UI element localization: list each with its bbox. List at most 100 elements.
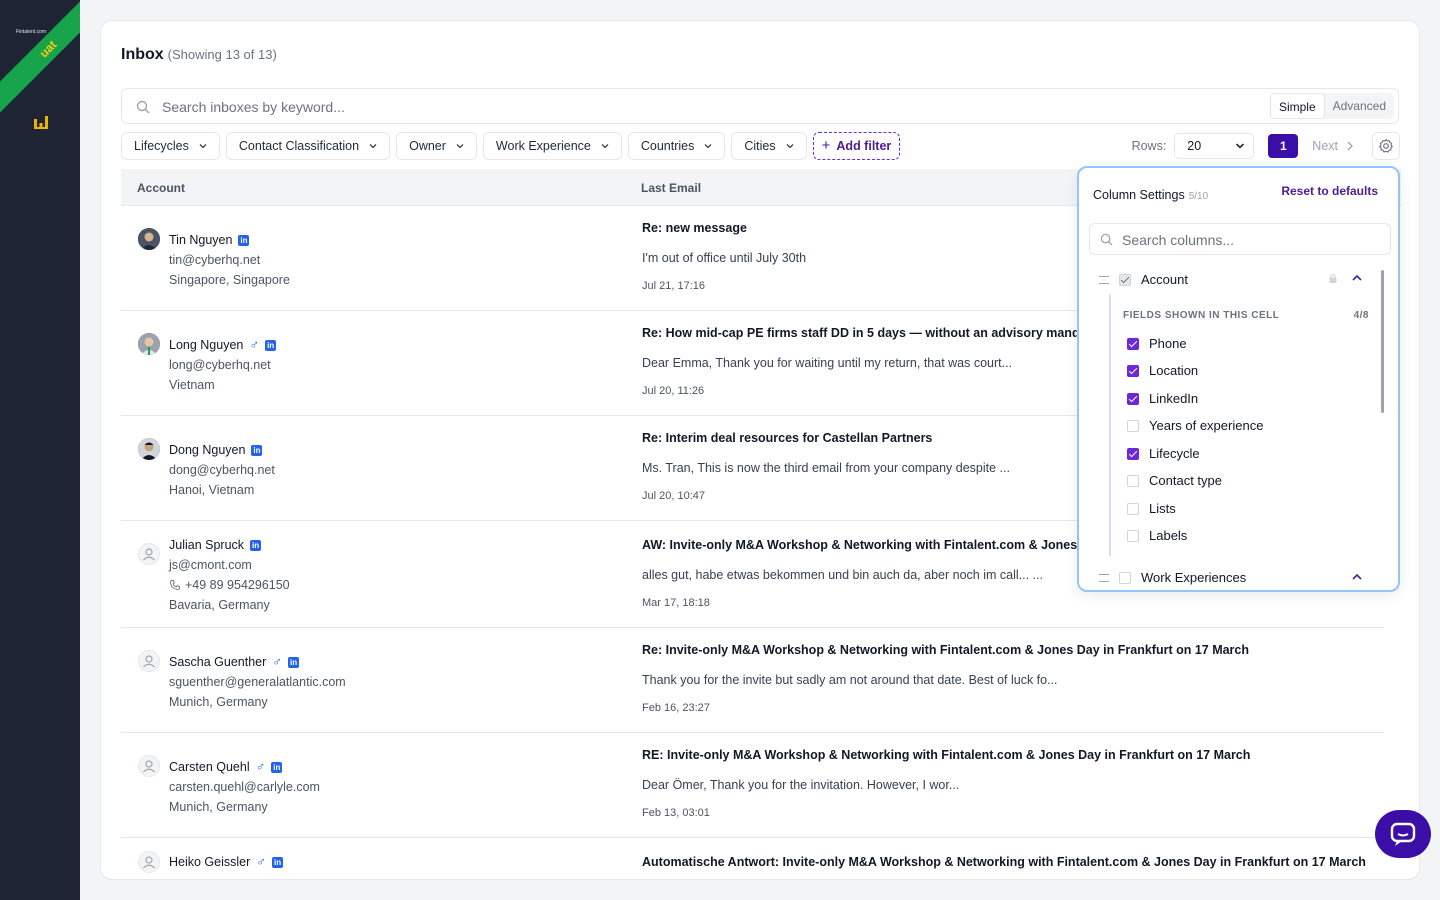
contact-name[interactable]: Sascha Guenther <box>169 652 266 672</box>
field-toggle-years-experience[interactable]: Years of experience <box>1127 418 1263 433</box>
chevron-up-icon[interactable] <box>1351 572 1363 582</box>
contact-location: Hanoi, Vietnam <box>169 483 255 497</box>
column-search-input[interactable] <box>1122 230 1382 250</box>
fields-header-label: FIELDS SHOWN IN THIS CELL <box>1123 310 1280 321</box>
checkbox[interactable] <box>1127 392 1139 405</box>
next-label: Next <box>1312 139 1338 153</box>
fields-header: FIELDS SHOWN IN THIS CELL 4/8 <box>1123 310 1369 321</box>
mode-simple[interactable]: Simple <box>1269 93 1325 119</box>
filter-work-experience[interactable]: Work Experience <box>482 132 622 160</box>
filter-label: Lifecycles <box>134 139 189 153</box>
field-label: Labels <box>1149 528 1188 543</box>
filter-lifecycles[interactable]: Lifecycles <box>121 132 220 160</box>
contact-name[interactable]: Dong Nguyen <box>169 440 245 460</box>
email-snippet: Thank you for the invite but sadly am no… <box>642 673 1058 687</box>
filter-label: Work Experience <box>495 139 591 153</box>
pagination: Rows: 20 1 Next <box>1132 132 1400 160</box>
account-checkbox <box>1119 273 1131 286</box>
field-toggle-phone[interactable]: Phone <box>1127 336 1187 351</box>
linkedin-icon[interactable]: in <box>271 761 283 773</box>
email-date: Feb 13, 03:01 <box>642 807 710 819</box>
next-page-button[interactable]: Next <box>1312 139 1354 153</box>
account-cell: Long Nguyen ♂ in long@cyberhq.net Vietnam <box>169 335 277 395</box>
contact-name-line: Sascha Guenther ♂ in <box>169 652 346 672</box>
env-ribbon: uat <box>0 0 80 114</box>
checkbox[interactable] <box>1127 474 1139 487</box>
checkbox[interactable] <box>1127 447 1139 460</box>
email-snippet: Dear Ömer, Thank you for the invitation.… <box>642 778 960 792</box>
linkedin-icon[interactable]: in <box>238 234 250 246</box>
page-button-current[interactable]: 1 <box>1268 134 1299 158</box>
avatar <box>138 543 160 565</box>
column-header-last-email[interactable]: Last Email <box>641 181 701 195</box>
panel-scrollbar[interactable] <box>1381 270 1384 413</box>
avatar <box>138 333 160 355</box>
linkedin-icon[interactable]: in <box>251 444 263 456</box>
checkbox[interactable] <box>1127 529 1139 542</box>
drag-handle-icon[interactable] <box>1099 573 1109 582</box>
filter-contact-classification[interactable]: Contact Classification <box>225 132 391 160</box>
field-toggle-contact-type[interactable]: Contact type <box>1127 473 1222 488</box>
contact-name[interactable]: Carsten Quehl <box>169 757 250 777</box>
search-input[interactable] <box>162 97 1252 117</box>
table-row[interactable]: Sascha Guenther ♂ in sguenther@generalatla… <box>121 628 1384 733</box>
filter-cities[interactable]: Cities <box>731 132 807 160</box>
chevron-right-icon <box>1347 141 1353 151</box>
contact-email: carsten.quehl@carlyle.com <box>169 780 320 794</box>
column-item-account[interactable]: Account <box>1099 272 1188 287</box>
checkbox[interactable] <box>1127 364 1139 377</box>
column-header-account[interactable]: Account <box>137 181 185 195</box>
contact-name[interactable]: Heiko Geissler <box>169 852 250 872</box>
contact-location: Singapore, Singapore <box>169 273 290 287</box>
checkbox[interactable] <box>1127 337 1139 350</box>
rows-per-page-select[interactable]: 20 <box>1174 133 1255 159</box>
filter-countries[interactable]: Countries <box>627 132 726 160</box>
sidebar: uat Fintalent.com <box>0 0 80 900</box>
add-filter-button[interactable]: + Add filter <box>812 132 901 160</box>
chevron-up-icon[interactable] <box>1351 273 1363 283</box>
chevron-down-icon <box>199 144 207 149</box>
work-experiences-checkbox[interactable] <box>1119 571 1131 584</box>
account-cell: Sascha Guenther ♂ in sguenther@generalatla… <box>169 652 346 712</box>
checkbox[interactable] <box>1127 419 1139 432</box>
filter-bar: Lifecycles Contact Classification Owner … <box>121 132 901 160</box>
filter-owner[interactable]: Owner <box>396 132 477 160</box>
table-row[interactable]: Carsten Quehl ♂ in carsten.quehl@carlyle.c… <box>121 733 1384 838</box>
brand-logo[interactable]: Fintalent.com <box>16 29 46 35</box>
person-icon <box>143 760 155 773</box>
account-cell: Carsten Quehl ♂ in carsten.quehl@carlyle.c… <box>169 757 320 817</box>
linkedin-icon[interactable]: in <box>272 856 284 868</box>
reset-defaults-button[interactable]: Reset to defaults <box>1281 184 1378 198</box>
chevron-down-icon <box>456 144 464 149</box>
chevron-down-icon <box>601 144 609 149</box>
analytics-icon[interactable] <box>33 114 49 130</box>
field-label: Years of experience <box>1149 418 1264 433</box>
contact-name-line: Julian Spruck in <box>169 535 290 555</box>
linkedin-icon[interactable]: in <box>265 339 277 351</box>
contact-name[interactable]: Tin Nguyen <box>169 230 232 250</box>
contact-name[interactable]: Long Nguyen <box>169 335 243 355</box>
linkedin-icon[interactable]: in <box>288 656 300 668</box>
chat-launcher-button[interactable] <box>1375 810 1431 858</box>
panel-title: Column Settings 5/10 <box>1093 188 1208 202</box>
contact-phone[interactable]: +49 89 954296150 <box>185 575 290 595</box>
contact-email: sguenther@generalatlantic.com <box>169 675 346 689</box>
search-mode-toggle: Simple Advanced <box>1269 93 1394 119</box>
field-toggle-linkedin[interactable]: LinkedIn <box>1127 391 1198 406</box>
column-settings-button[interactable] <box>1372 132 1400 160</box>
checkbox[interactable] <box>1127 502 1139 515</box>
table-row[interactable]: Heiko Geissler ♂ in Automatische Antwort: … <box>121 838 1384 879</box>
email-date: Mar 17, 18:18 <box>642 597 710 609</box>
field-toggle-location[interactable]: Location <box>1127 363 1198 378</box>
field-toggle-lifecycle[interactable]: Lifecycle <box>1127 446 1200 461</box>
contact-name[interactable]: Julian Spruck <box>169 535 244 555</box>
column-item-work-experiences[interactable]: Work Experiences <box>1099 570 1246 585</box>
mode-advanced[interactable]: Advanced <box>1325 93 1394 119</box>
linkedin-icon[interactable]: in <box>250 539 262 551</box>
drag-handle-icon[interactable] <box>1099 275 1109 284</box>
field-toggle-lists[interactable]: Lists <box>1127 501 1176 516</box>
account-cell: Dong Nguyen in dong@cyberhq.net Hanoi, Vi… <box>169 440 275 500</box>
field-toggle-labels[interactable]: Labels <box>1127 528 1187 543</box>
field-label: Contact type <box>1149 473 1222 488</box>
account-cell: Tin Nguyen in tin@cyberhq.net Singapore, … <box>169 230 290 290</box>
